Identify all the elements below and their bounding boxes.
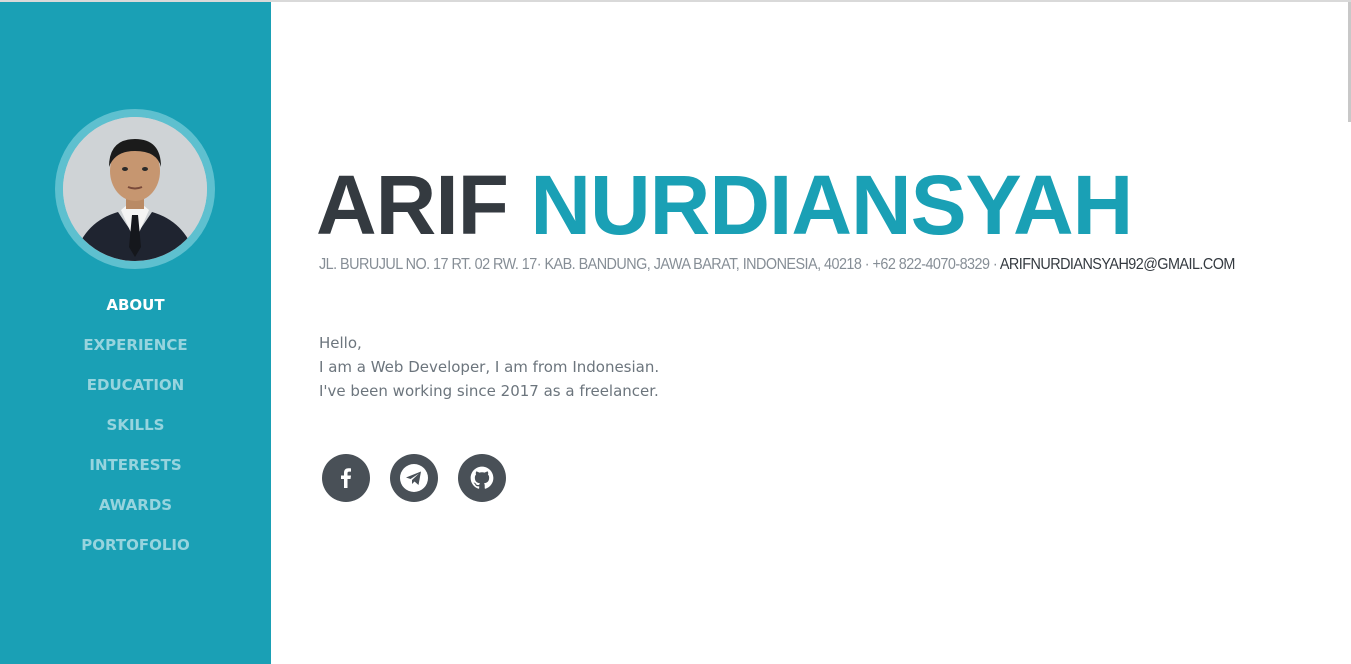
intro-text: Hello, I am a Web Developer, I am from I… xyxy=(319,331,659,403)
github-icon xyxy=(470,466,494,489)
page: ABOUT EXPERIENCE EDUCATION SKILLS INTERE… xyxy=(0,0,1351,664)
first-name: ARIF xyxy=(316,158,509,252)
avatar[interactable] xyxy=(63,117,207,261)
address-phone: JL. BURUJUL NO. 17 RT. 02 RW. 17· KAB. B… xyxy=(319,256,998,273)
nav-item-experience[interactable]: EXPERIENCE xyxy=(0,325,271,365)
nav-item-about[interactable]: ABOUT xyxy=(0,285,271,325)
nav-item-skills[interactable]: SKILLS xyxy=(0,405,271,445)
telegram-icon xyxy=(400,464,428,492)
contact-subheading: JL. BURUJUL NO. 17 RT. 02 RW. 17· KAB. B… xyxy=(319,256,1235,274)
nav-item-education[interactable]: EDUCATION xyxy=(0,365,271,405)
email-link[interactable]: ARIFNURDIANSYAH92@GMAIL.COM xyxy=(1000,256,1236,273)
intro-line: Hello, xyxy=(319,334,362,352)
intro-line: I've been working since 2017 as a freela… xyxy=(319,382,659,400)
last-name: NURDIANSYAH xyxy=(530,158,1133,252)
profile-photo xyxy=(63,117,207,261)
sidebar-nav: ABOUT EXPERIENCE EDUCATION SKILLS INTERE… xyxy=(0,285,271,565)
facebook-link[interactable] xyxy=(322,454,370,502)
profile-name: ARIF NURDIANSYAH xyxy=(316,158,1133,252)
nav-item-interests[interactable]: INTERESTS xyxy=(0,445,271,485)
nav-item-portofolio[interactable]: PORTOFOLIO xyxy=(0,525,271,565)
nav-item-awards[interactable]: AWARDS xyxy=(0,485,271,525)
sidebar: ABOUT EXPERIENCE EDUCATION SKILLS INTERE… xyxy=(0,2,271,664)
facebook-icon xyxy=(341,468,351,488)
intro-line: I am a Web Developer, I am from Indonesi… xyxy=(319,358,660,376)
avatar-ring xyxy=(55,109,215,269)
github-link[interactable] xyxy=(458,454,506,502)
social-links xyxy=(322,454,506,502)
telegram-link[interactable] xyxy=(390,454,438,502)
